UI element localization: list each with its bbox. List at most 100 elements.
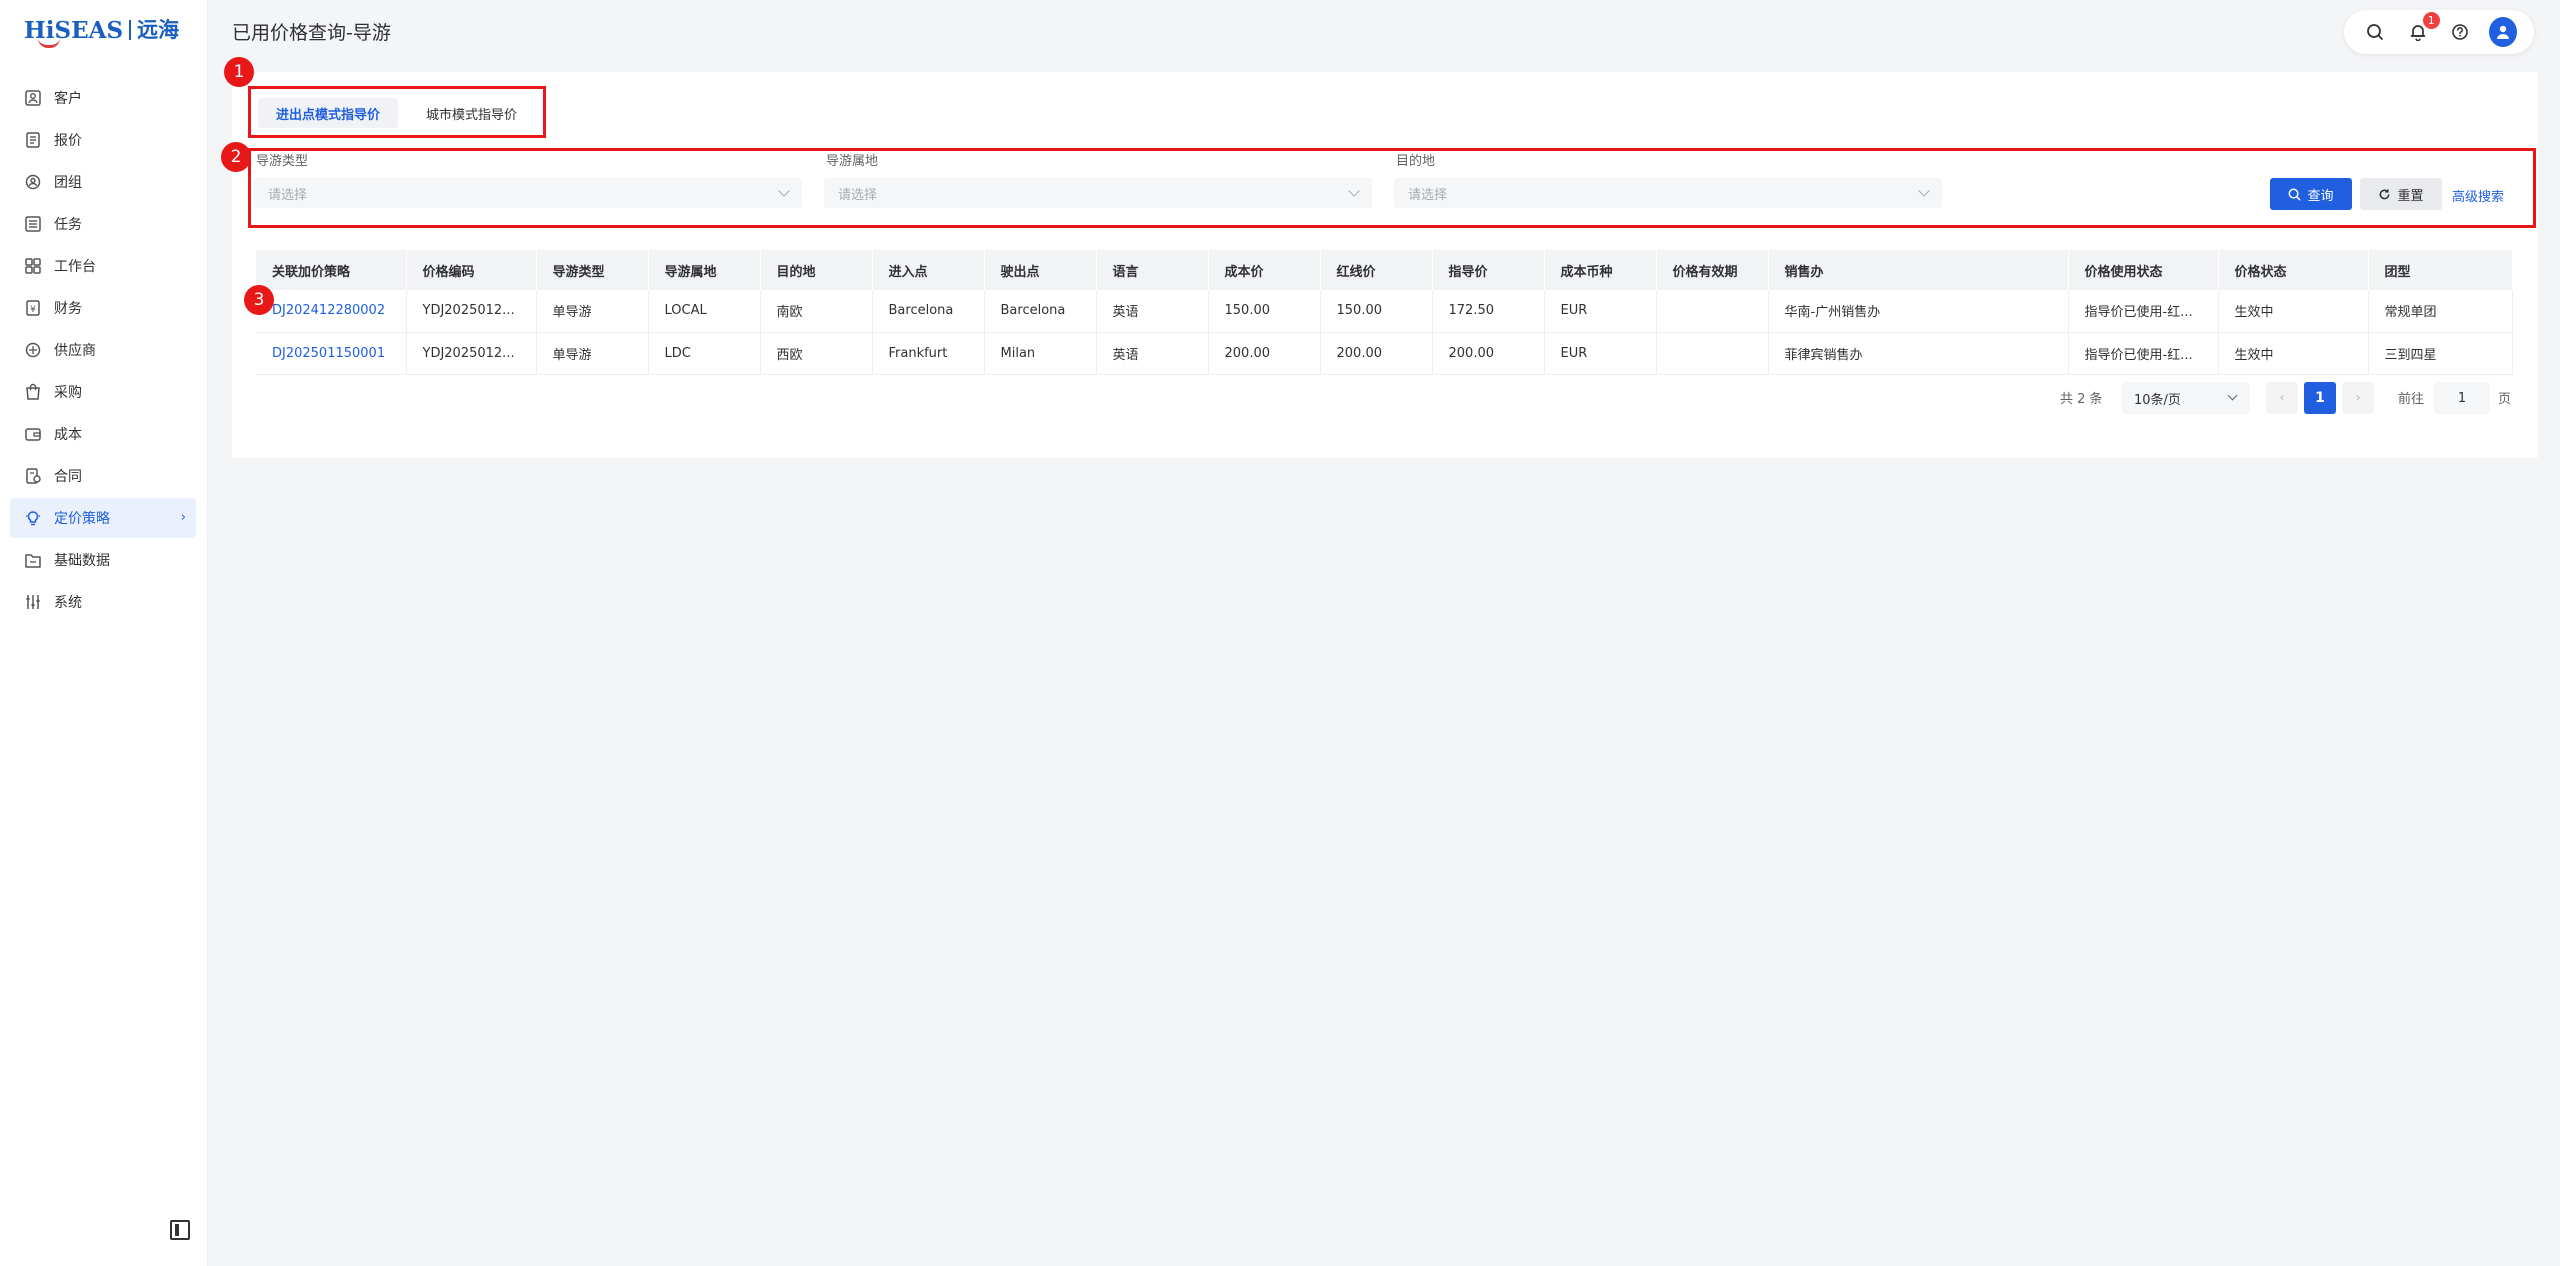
logo-swoosh-icon [38, 38, 60, 48]
sidebar-item-label: 团组 [54, 175, 82, 191]
column-header[interactable]: 导游属地 [648, 250, 761, 290]
goto-label: 前往 [2398, 392, 2425, 407]
strategy-link[interactable]: DJ202412280002 [256, 290, 407, 333]
quote-icon [24, 131, 42, 149]
column-header[interactable]: 价格状态 [2218, 250, 2369, 290]
table-cell: 172.50 [1432, 290, 1545, 333]
table-row[interactable]: DJ202412280002 YDJ2025012... 单导游 LOCAL 南欧 Bar… [256, 290, 2513, 333]
sidebar-item-4[interactable]: 工作台 [10, 246, 196, 286]
sidebar-item-7[interactable]: 采购 [10, 372, 196, 412]
sidebar-item-1[interactable]: 报价 [10, 120, 196, 160]
header-actions: 1 [2344, 10, 2534, 54]
sidebar-item-2[interactable]: 团组 [10, 162, 196, 202]
table-header-row: 关联加价策略 价格编码 导游类型 导游属地 目的地 进入点 驶出点 语言 成本价 红线价 指导价 成本… [256, 250, 2513, 290]
column-header[interactable]: 指导价 [1432, 250, 1545, 290]
table-cell: 150.00 [1320, 290, 1433, 333]
table-cell: 华南-广州销售办 [1768, 290, 2069, 333]
group-icon [24, 173, 42, 191]
page-size-select[interactable]: 10条/页 [2122, 382, 2250, 414]
notification-button[interactable]: 1 [2404, 12, 2440, 46]
sidebar-item-10[interactable]: 定价策略 › [10, 498, 196, 538]
goto-page-input[interactable] [2434, 382, 2490, 414]
table-cell: 200.00 [1432, 332, 1545, 375]
table-cell: Barcelona [984, 290, 1097, 333]
sidebar-item-label: 报价 [54, 133, 82, 149]
table-cell: YDJ2025012... [406, 290, 537, 333]
sidebar-item-8[interactable]: 成本 [10, 414, 196, 454]
sidebar-item-label: 系统 [54, 595, 82, 611]
sidebar-item-6[interactable]: 供应商 [10, 330, 196, 370]
table-cell: LDC [648, 332, 761, 375]
table-cell: 200.00 [1208, 332, 1321, 375]
strategy-link[interactable]: DJ202501150001 [256, 332, 407, 375]
column-header[interactable]: 目的地 [760, 250, 873, 290]
logo[interactable]: HiSEAS 远海 [24, 14, 179, 48]
column-header[interactable]: 进入点 [872, 250, 985, 290]
sidebar-item-0[interactable]: 客户 [10, 78, 196, 118]
chevron-down-icon [2227, 390, 2238, 401]
prev-page-button[interactable]: ‹ [2266, 382, 2298, 414]
sidebar-item-label: 财务 [54, 301, 82, 317]
sidebar-nav: 客户报价团组任务工作台 ¥ 财务供应商采购成本合同定价策略 › 基础数据系统 [10, 78, 196, 624]
table-cell: 西欧 [760, 332, 873, 375]
column-header[interactable]: 价格编码 [406, 250, 537, 290]
table-cell: 生效中 [2218, 332, 2369, 375]
chevron-right-icon: › [180, 510, 186, 525]
search-icon [2367, 24, 2384, 40]
column-header[interactable]: 关联加价策略 [256, 250, 407, 290]
sidebar-item-label: 定价策略 [54, 511, 110, 527]
column-header[interactable]: 语言 [1096, 250, 1209, 290]
column-header[interactable]: 导游类型 [536, 250, 649, 290]
sidebar-item-label: 基础数据 [54, 553, 110, 569]
table-row[interactable]: DJ202501150001 YDJ2025012... 单导游 LDC 西欧 Frank… [256, 332, 2513, 375]
table-cell: 常规单团 [2368, 290, 2513, 333]
cost-icon [24, 425, 42, 443]
column-header[interactable]: 价格使用状态 [2068, 250, 2219, 290]
sidebar-item-9[interactable]: 合同 [10, 456, 196, 496]
sidebar-item-label: 供应商 [54, 343, 96, 359]
page-title: 已用价格查询-导游 [232, 22, 391, 44]
sidebar-item-3[interactable]: 任务 [10, 204, 196, 244]
table-cell: Milan [984, 332, 1097, 375]
pricing-icon [24, 509, 42, 527]
annotation-box-1 [248, 86, 546, 138]
sidebar-item-label: 成本 [54, 427, 82, 443]
column-header[interactable]: 成本价 [1208, 250, 1321, 290]
price-table: 关联加价策略 价格编码 导游类型 导游属地 目的地 进入点 驶出点 语言 成本价 红线价 指导价 成本… [256, 250, 2513, 375]
sidebar-item-5[interactable]: ¥ 财务 [10, 288, 196, 328]
next-page-button[interactable]: › [2342, 382, 2374, 414]
table-cell: 150.00 [1208, 290, 1321, 333]
column-header[interactable]: 驶出点 [984, 250, 1097, 290]
table-cell: EUR [1544, 332, 1657, 375]
table-cell: 单导游 [536, 332, 649, 375]
notification-badge: 1 [2422, 12, 2440, 29]
sidebar-item-label: 采购 [54, 385, 82, 401]
user-icon [2496, 25, 2509, 39]
table-cell: 菲律宾销售办 [1768, 332, 2069, 375]
table-body: DJ202412280002 YDJ2025012... 单导游 LOCAL 南欧 Bar… [256, 290, 2513, 375]
finance-icon: ¥ [24, 299, 42, 317]
column-header[interactable]: 红线价 [1320, 250, 1433, 290]
table-cell: 三到四星 [2368, 332, 2513, 375]
sidebar-item-label: 合同 [54, 469, 82, 485]
table-cell: 200.00 [1320, 332, 1433, 375]
column-header[interactable]: 销售办 [1768, 250, 2069, 290]
goto-unit: 页 [2498, 392, 2512, 407]
system-icon [24, 593, 42, 611]
annotation-marker-3: 3 [244, 285, 274, 315]
column-header[interactable]: 价格有效期 [1656, 250, 1769, 290]
column-header[interactable]: 团型 [2368, 250, 2513, 290]
page-1-button[interactable]: 1 [2304, 382, 2336, 414]
search-button[interactable] [2361, 18, 2389, 46]
table-cell: LOCAL [648, 290, 761, 333]
user-menu-button[interactable] [2488, 17, 2517, 47]
column-header[interactable]: 成本币种 [1544, 250, 1657, 290]
sidebar-collapse-icon[interactable] [170, 1220, 190, 1240]
table-cell [1656, 290, 1769, 333]
sidebar-item-12[interactable]: 系统 [10, 582, 196, 622]
sidebar-item-label: 任务 [54, 217, 82, 233]
sidebar-item-11[interactable]: 基础数据 [10, 540, 196, 580]
help-button[interactable] [2446, 18, 2474, 46]
pagination-total: 共 2 条 [2060, 392, 2103, 407]
supplier-icon [24, 341, 42, 359]
